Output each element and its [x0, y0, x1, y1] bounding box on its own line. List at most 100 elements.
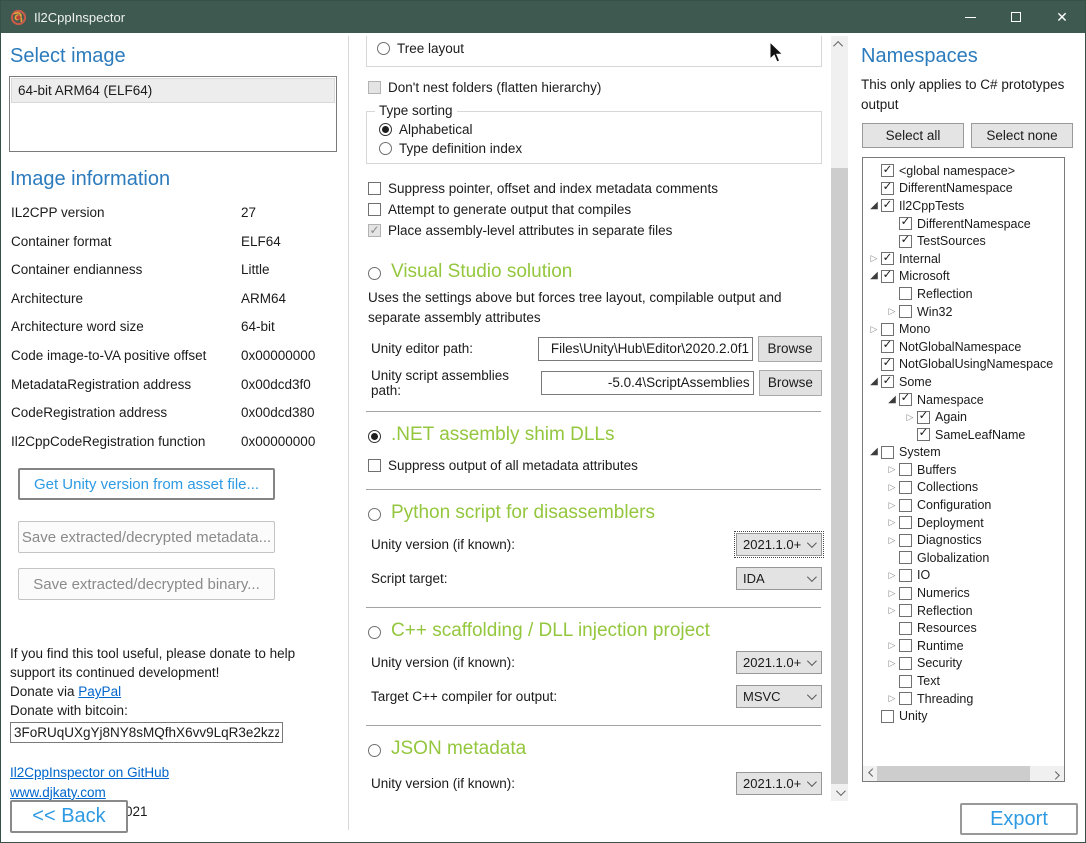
tree-item[interactable]: ▷Mono	[863, 320, 1064, 338]
tree-item[interactable]: ▷Reflection	[863, 602, 1064, 620]
namespace-checkbox[interactable]	[881, 710, 894, 723]
expander-icon[interactable]: ▷	[885, 307, 899, 316]
expander-icon[interactable]: ▷	[885, 641, 899, 650]
tree-horizontal-scrollbar[interactable]	[863, 766, 1064, 781]
python-unity-version-dropdown[interactable]: 2021.1.0+	[736, 533, 822, 556]
bitcoin-address-input[interactable]	[10, 722, 283, 743]
tree-item[interactable]: NotGlobalUsingNamespace	[863, 356, 1064, 374]
python-script-section-heading[interactable]: Python script for disassemblers	[368, 502, 822, 524]
tree-item[interactable]: ▷Runtime	[863, 637, 1064, 655]
attempt-compile-checkbox[interactable]	[368, 203, 381, 216]
namespace-checkbox[interactable]	[899, 463, 912, 476]
expander-icon[interactable]: ▷	[885, 606, 899, 615]
export-button[interactable]: Export	[960, 803, 1078, 835]
tree-item[interactable]: ▷Buffers	[863, 461, 1064, 479]
scroll-left-button[interactable]	[863, 766, 878, 781]
tree-item[interactable]: ◢Namespace	[863, 391, 1064, 409]
expander-icon[interactable]: ▷	[885, 501, 899, 510]
expander-icon[interactable]: ▷	[885, 659, 899, 668]
tree-layout-option[interactable]: Tree layout	[377, 39, 821, 57]
namespace-checkbox[interactable]	[881, 182, 894, 195]
close-button[interactable]: ✕	[1039, 1, 1085, 33]
namespace-checkbox[interactable]	[899, 657, 912, 670]
minimize-button[interactable]	[947, 1, 993, 33]
alphabetical-option[interactable]: Alphabetical	[379, 120, 821, 138]
expander-icon[interactable]: ▷	[885, 694, 899, 703]
tree-item[interactable]: <global namespace>	[863, 162, 1064, 180]
browse-editor-path-button[interactable]: Browse	[758, 336, 822, 362]
type-def-index-option[interactable]: Type definition index	[379, 139, 821, 157]
namespace-checkbox[interactable]	[881, 252, 894, 265]
tree-item[interactable]: Globalization	[863, 549, 1064, 567]
expander-icon[interactable]: ▷	[885, 571, 899, 580]
tree-item[interactable]: ▷Configuration	[863, 496, 1064, 514]
expander-icon[interactable]: ◢	[867, 201, 881, 211]
namespace-checkbox[interactable]	[899, 393, 912, 406]
tree-item[interactable]: ▷Security	[863, 655, 1064, 673]
scrollbar-thumb[interactable]	[831, 168, 848, 784]
tree-item[interactable]: NotGlobalNamespace	[863, 338, 1064, 356]
tree-item[interactable]: ▷IO	[863, 567, 1064, 585]
expander-icon[interactable]: ▷	[885, 465, 899, 474]
center-scrollbar[interactable]	[831, 36, 848, 801]
suppress-comments-option[interactable]: Suppress pointer, offset and index metad…	[368, 180, 822, 196]
scroll-up-button[interactable]	[831, 36, 848, 53]
tree-item[interactable]: SameLeafName	[863, 426, 1064, 444]
expander-icon[interactable]: ▷	[885, 536, 899, 545]
expander-icon[interactable]: ◢	[867, 377, 881, 387]
tree-item[interactable]: ◢Some	[863, 373, 1064, 391]
alphabetical-radio[interactable]	[379, 123, 392, 136]
json-metadata-section-heading[interactable]: JSON metadata	[368, 738, 822, 760]
python-script-radio[interactable]	[368, 508, 381, 521]
namespace-checkbox[interactable]	[899, 604, 912, 617]
tree-item[interactable]: Unity	[863, 707, 1064, 725]
tree-item[interactable]: ▷Numerics	[863, 584, 1064, 602]
namespace-checkbox[interactable]	[881, 199, 894, 212]
expander-icon[interactable]: ◢	[867, 447, 881, 457]
namespace-checkbox[interactable]	[881, 446, 894, 459]
suppress-metadata-option[interactable]: Suppress output of all metadata attribut…	[368, 456, 822, 474]
suppress-metadata-checkbox[interactable]	[368, 459, 381, 472]
namespace-checkbox[interactable]	[899, 481, 912, 494]
cpp-compiler-dropdown[interactable]: MSVC	[736, 685, 822, 708]
script-target-dropdown[interactable]: IDA	[736, 567, 822, 590]
namespace-checkbox[interactable]	[881, 340, 894, 353]
type-def-index-radio[interactable]	[379, 142, 392, 155]
json-metadata-radio[interactable]	[368, 744, 381, 757]
namespace-checkbox[interactable]	[881, 164, 894, 177]
get-unity-version-button[interactable]: Get Unity version from asset file...	[18, 468, 275, 500]
tree-item[interactable]: ◢System	[863, 444, 1064, 462]
tree-item[interactable]: DifferentNamespace	[863, 215, 1064, 233]
expander-icon[interactable]: ▷	[885, 483, 899, 492]
scroll-down-button[interactable]	[831, 784, 848, 801]
image-listbox[interactable]: 64-bit ARM64 (ELF64)	[9, 76, 337, 152]
website-link[interactable]: www.djkaty.com	[10, 785, 106, 800]
tree-item[interactable]: Text	[863, 672, 1064, 690]
image-list-item[interactable]: 64-bit ARM64 (ELF64)	[11, 78, 335, 103]
namespace-checkbox[interactable]	[881, 270, 894, 283]
tree-item[interactable]: ▷Internal	[863, 250, 1064, 268]
namespace-checkbox[interactable]	[899, 516, 912, 529]
vs-solution-radio[interactable]	[368, 267, 381, 280]
tree-item[interactable]: ▷Win32	[863, 303, 1064, 321]
unity-editor-path-input[interactable]: Files\Unity\Hub\Editor\2020.2.0f1	[538, 337, 753, 361]
namespace-checkbox[interactable]	[899, 569, 912, 582]
namespace-checkbox[interactable]	[899, 639, 912, 652]
namespace-checkbox[interactable]	[881, 358, 894, 371]
namespace-checkbox[interactable]	[899, 675, 912, 688]
script-assemblies-path-input[interactable]: -5.0.4\ScriptAssemblies	[541, 371, 754, 395]
expander-icon[interactable]: ▷	[867, 254, 881, 263]
cpp-scaffolding-radio[interactable]	[368, 626, 381, 639]
namespace-checkbox[interactable]	[899, 692, 912, 705]
tree-item[interactable]: ▷Threading	[863, 690, 1064, 708]
tree-item[interactable]: DifferentNamespace	[863, 180, 1064, 198]
suppress-comments-checkbox[interactable]	[368, 182, 381, 195]
tree-layout-radio[interactable]	[377, 42, 390, 55]
namespaces-tree[interactable]: <global namespace>DifferentNamespace◢Il2…	[862, 157, 1065, 782]
namespace-checkbox[interactable]	[917, 428, 930, 441]
tree-item[interactable]: ▷Again	[863, 408, 1064, 426]
expander-icon[interactable]: ▷	[885, 589, 899, 598]
tree-item[interactable]: Reflection	[863, 285, 1064, 303]
expander-icon[interactable]: ◢	[867, 271, 881, 281]
browse-assemblies-path-button[interactable]: Browse	[759, 370, 822, 396]
